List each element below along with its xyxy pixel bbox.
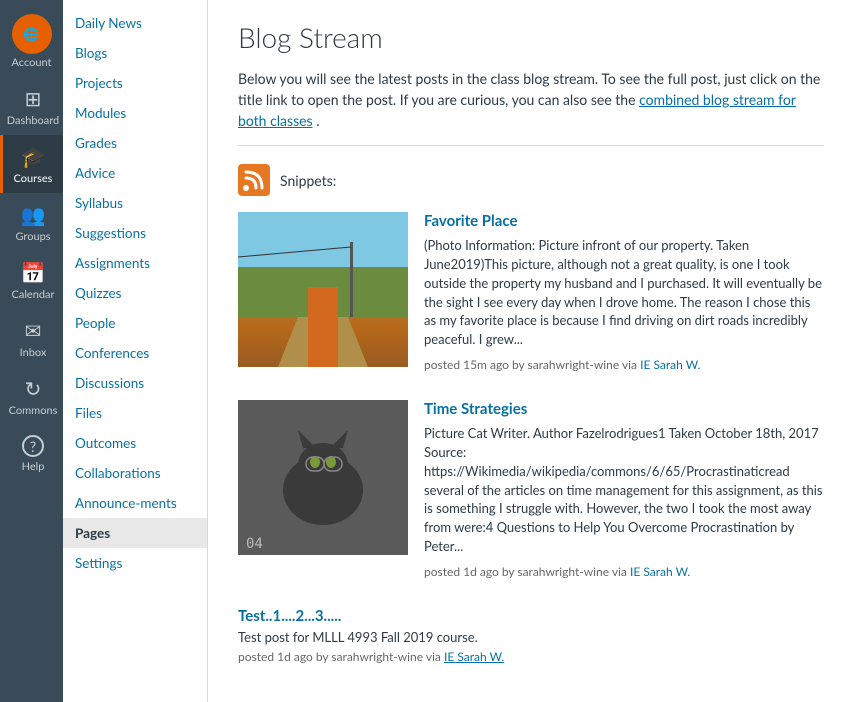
sidebar-item-groups[interactable]: 👥 Groups <box>0 193 63 251</box>
standalone-post-body: Test post for MLLL 4993 Fall 2019 course… <box>238 629 824 645</box>
post-content-2: Time Strategies Picture Cat Writer. Auth… <box>424 400 824 579</box>
sidebar-link-announcements[interactable]: Announce-ments <box>63 488 207 518</box>
sidebar-link-suggestions[interactable]: Suggestions <box>63 218 207 248</box>
sidebar-link-modules[interactable]: Modules <box>63 98 207 128</box>
sidebar-link-quizzes[interactable]: Quizzes <box>63 278 207 308</box>
sidebar-item-calendar[interactable]: 📅 Calendar <box>0 251 63 309</box>
sidebar-link-discussions[interactable]: Discussions <box>63 368 207 398</box>
account-item[interactable]: 🌐 Account <box>0 0 63 77</box>
sidebar-link-pages[interactable]: Pages <box>63 518 207 548</box>
groups-label: Groups <box>15 230 50 243</box>
sidebar-link-projects[interactable]: Projects <box>63 68 207 98</box>
help-icon: ? <box>22 435 44 457</box>
sidebar-link-assignments[interactable]: Assignments <box>63 248 207 278</box>
standalone-author-link[interactable]: IE Sarah W. <box>444 649 504 664</box>
post-image-1 <box>238 212 408 367</box>
account-avatar-icon: 🌐 <box>23 26 39 43</box>
post-meta-1: posted 15m ago by sarahwright-wine via I… <box>424 357 824 372</box>
courses-label: Courses <box>14 172 53 185</box>
post-title-2[interactable]: Time Strategies <box>424 400 824 418</box>
standalone-post: Test..1....2...3..... Test post for MLLL… <box>238 607 824 664</box>
sidebar-link-daily-news[interactable]: Daily News <box>63 8 207 38</box>
standalone-post-title[interactable]: Test..1....2...3..... <box>238 607 824 625</box>
post-author-link-1[interactable]: IE Sarah W. <box>640 357 700 372</box>
groups-icon: 👥 <box>21 203 46 227</box>
main-content: Blog Stream Below you will see the lates… <box>208 0 854 702</box>
svg-text:04: 04 <box>246 536 263 552</box>
help-label: Help <box>22 460 45 473</box>
inbox-icon: ✉ <box>25 319 42 343</box>
sidebar-item-courses[interactable]: 🎓 Courses <box>0 135 63 193</box>
intro-paragraph: Below you will see the latest posts in t… <box>238 68 824 131</box>
post-meta-2: posted 1d ago by sarahwright-wine via IE… <box>424 564 824 579</box>
post-author-link-2[interactable]: IE Sarah W. <box>630 564 690 579</box>
sidebar-link-advice[interactable]: Advice <box>63 158 207 188</box>
commons-label: Commons <box>9 404 58 417</box>
left-rail: 🌐 Account ⊞ Dashboard 🎓 Courses 👥 Groups… <box>0 0 63 702</box>
sidebar-link-collaborations[interactable]: Collaborations <box>63 458 207 488</box>
blog-post-1: Favorite Place (Photo Information: Pictu… <box>238 212 824 372</box>
rss-header: Snippets: <box>238 164 824 196</box>
blog-post-2: 04 Time Strategies Picture Cat Writer. A… <box>238 400 824 579</box>
post-body-2: Picture Cat Writer. Author Fazelrodrigue… <box>424 424 824 556</box>
account-label: Account <box>12 56 52 69</box>
sidebar-item-inbox[interactable]: ✉ Inbox <box>0 309 63 367</box>
dashboard-icon: ⊞ <box>25 87 42 111</box>
sidebar-link-conferences[interactable]: Conferences <box>63 338 207 368</box>
sidebar-link-files[interactable]: Files <box>63 398 207 428</box>
road-image <box>238 212 408 367</box>
page-title: Blog Stream <box>238 20 824 54</box>
sidebar-link-outcomes[interactable]: Outcomes <box>63 428 207 458</box>
dashboard-label: Dashboard <box>7 114 59 127</box>
sidebar-item-commons[interactable]: ↻ Commons <box>0 367 63 425</box>
commons-icon: ↻ <box>25 377 42 401</box>
sidebar-link-people[interactable]: People <box>63 308 207 338</box>
post-title-1[interactable]: Favorite Place <box>424 212 824 230</box>
cat-image: 04 <box>238 400 408 555</box>
post-image-2: 04 <box>238 400 408 555</box>
post-body-1: (Photo Information: Picture infront of o… <box>424 236 824 349</box>
calendar-icon: 📅 <box>21 261 46 285</box>
sidebar-link-syllabus[interactable]: Syllabus <box>63 188 207 218</box>
sidebar-link-blogs[interactable]: Blogs <box>63 38 207 68</box>
inbox-label: Inbox <box>20 346 47 359</box>
sidebar-link-grades[interactable]: Grades <box>63 128 207 158</box>
course-sidebar: Daily News Blogs Projects Modules Grades… <box>63 0 208 702</box>
post-content-1: Favorite Place (Photo Information: Pictu… <box>424 212 824 372</box>
rss-icon <box>238 164 270 196</box>
calendar-label: Calendar <box>12 288 55 301</box>
standalone-post-meta: posted 1d ago by sarahwright-wine via IE… <box>238 649 824 664</box>
snippets-label: Snippets: <box>280 172 336 189</box>
content-divider <box>238 145 824 146</box>
courses-icon: 🎓 <box>21 145 46 169</box>
sidebar-item-dashboard[interactable]: ⊞ Dashboard <box>0 77 63 135</box>
sidebar-link-settings[interactable]: Settings <box>63 548 207 578</box>
sidebar-item-help[interactable]: ? Help <box>0 425 63 481</box>
